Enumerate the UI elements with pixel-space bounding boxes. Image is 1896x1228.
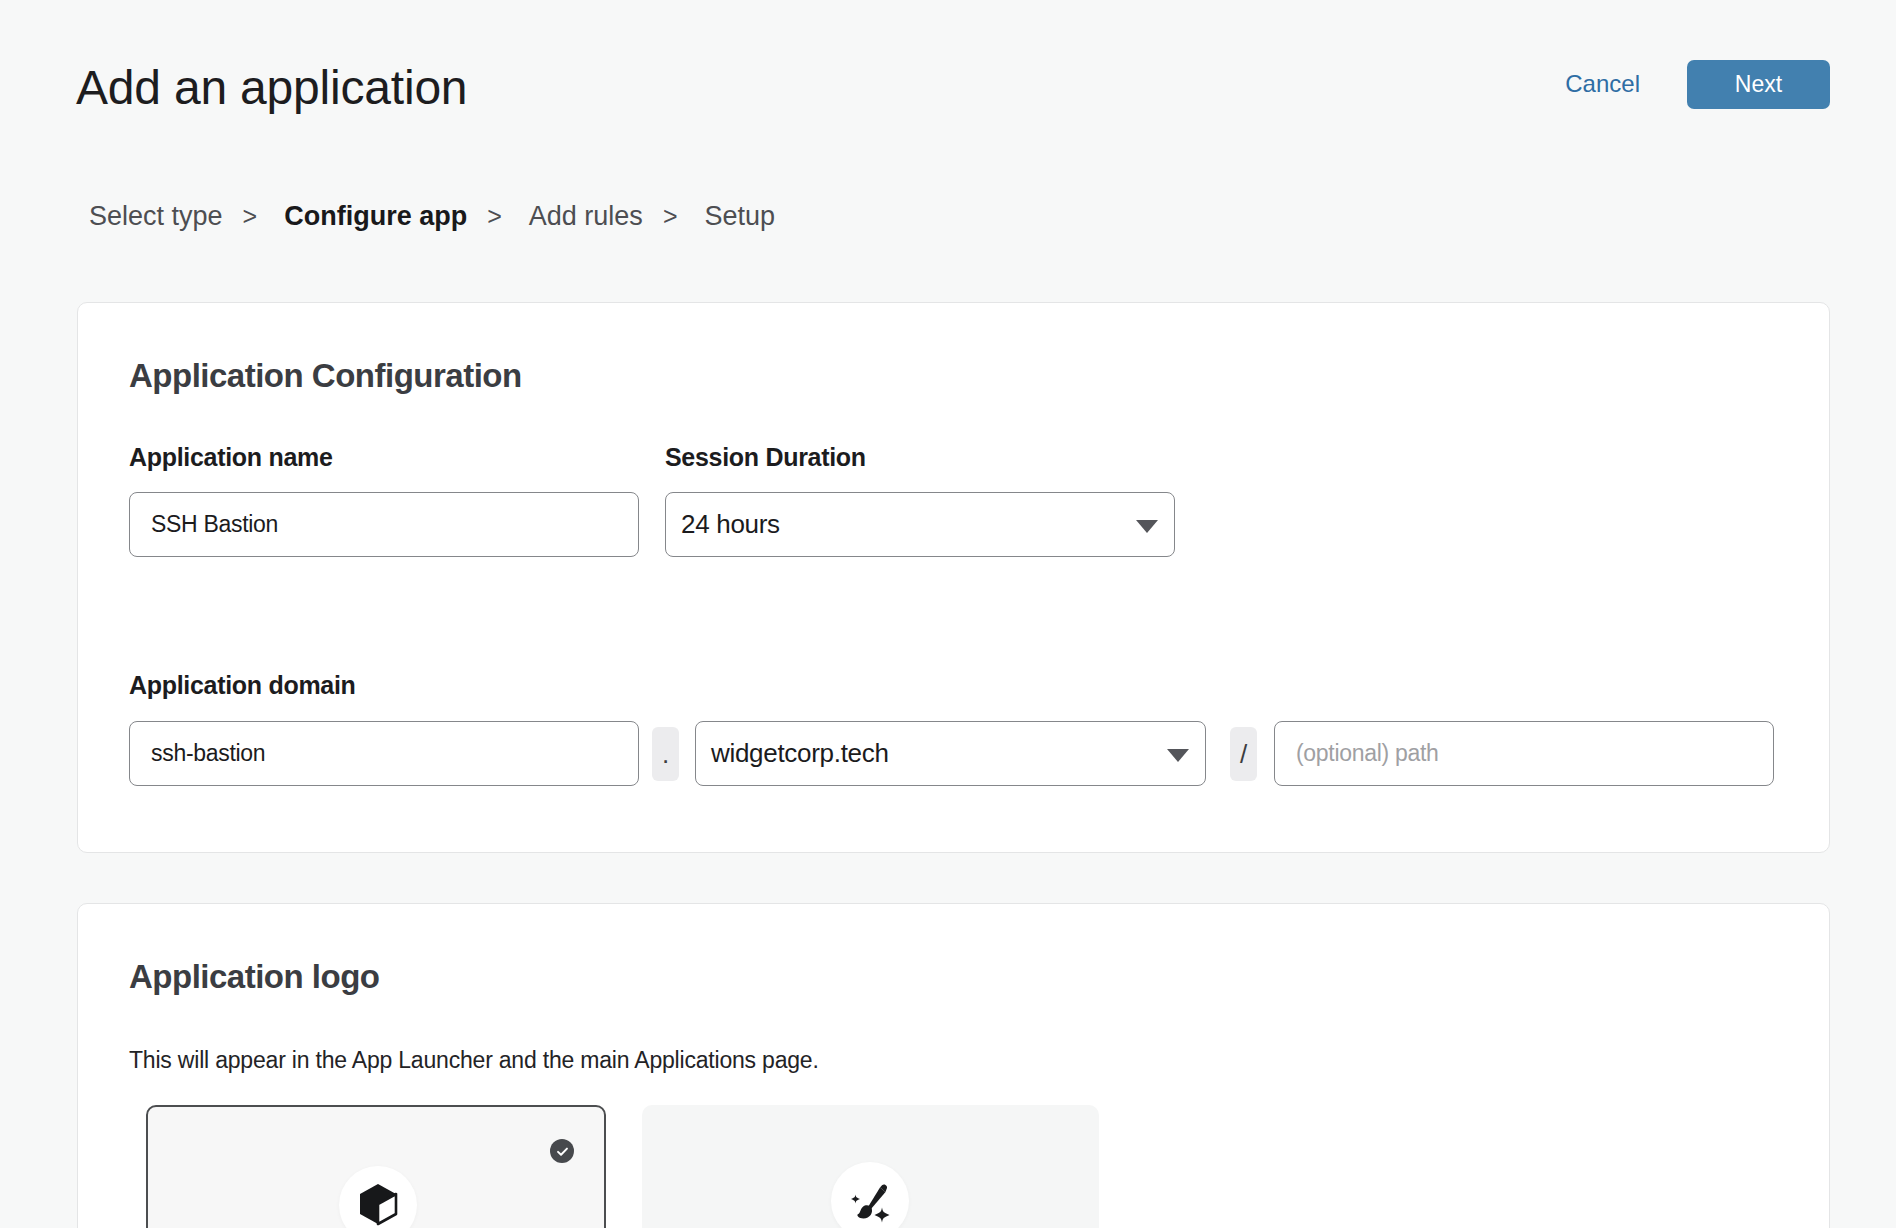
- application-domain-label: Application domain: [129, 671, 356, 700]
- logo-option-default[interactable]: [146, 1105, 606, 1228]
- application-name-label: Application name: [129, 443, 333, 472]
- session-duration-value: 24 hours: [681, 509, 780, 540]
- paintbrush-icon: [846, 1177, 894, 1225]
- cancel-button[interactable]: Cancel: [1565, 70, 1640, 98]
- application-logo-card: Application logo This will appear in the…: [77, 903, 1830, 1228]
- breadcrumb-separator: >: [243, 202, 258, 231]
- breadcrumb-separator: >: [663, 202, 678, 231]
- session-duration-select[interactable]: 24 hours: [665, 492, 1175, 557]
- cube-icon: [358, 1182, 398, 1228]
- domain-select[interactable]: widgetcorp.tech: [695, 721, 1206, 786]
- breadcrumb-separator: >: [487, 202, 502, 231]
- dot-separator: .: [652, 727, 679, 781]
- application-name-input[interactable]: [129, 492, 639, 557]
- breadcrumb-setup[interactable]: Setup: [704, 201, 775, 232]
- breadcrumb: Select type > Configure app > Add rules …: [89, 201, 795, 232]
- next-button[interactable]: Next: [1687, 60, 1830, 109]
- application-logo-description: This will appear in the App Launcher and…: [129, 1047, 819, 1074]
- page-title: Add an application: [76, 60, 467, 115]
- application-configuration-heading: Application Configuration: [129, 357, 522, 395]
- chevron-down-icon: [1167, 749, 1189, 762]
- breadcrumb-add-rules[interactable]: Add rules: [529, 201, 643, 232]
- application-configuration-card: Application Configuration Application na…: [77, 302, 1830, 853]
- application-logo-heading: Application logo: [129, 958, 379, 996]
- path-input[interactable]: [1274, 721, 1774, 786]
- domain-value: widgetcorp.tech: [711, 738, 889, 769]
- subdomain-input[interactable]: [129, 721, 639, 786]
- default-logo-circle: [339, 1166, 417, 1228]
- header-actions: Next: [1687, 60, 1830, 109]
- custom-logo-circle: [831, 1162, 909, 1228]
- slash-separator: /: [1230, 727, 1257, 781]
- selected-check-icon: [550, 1139, 574, 1163]
- logo-option-custom[interactable]: [642, 1105, 1099, 1228]
- chevron-down-icon: [1136, 520, 1158, 533]
- breadcrumb-configure-app[interactable]: Configure app: [284, 201, 467, 232]
- breadcrumb-select-type[interactable]: Select type: [89, 201, 223, 232]
- session-duration-label: Session Duration: [665, 443, 866, 472]
